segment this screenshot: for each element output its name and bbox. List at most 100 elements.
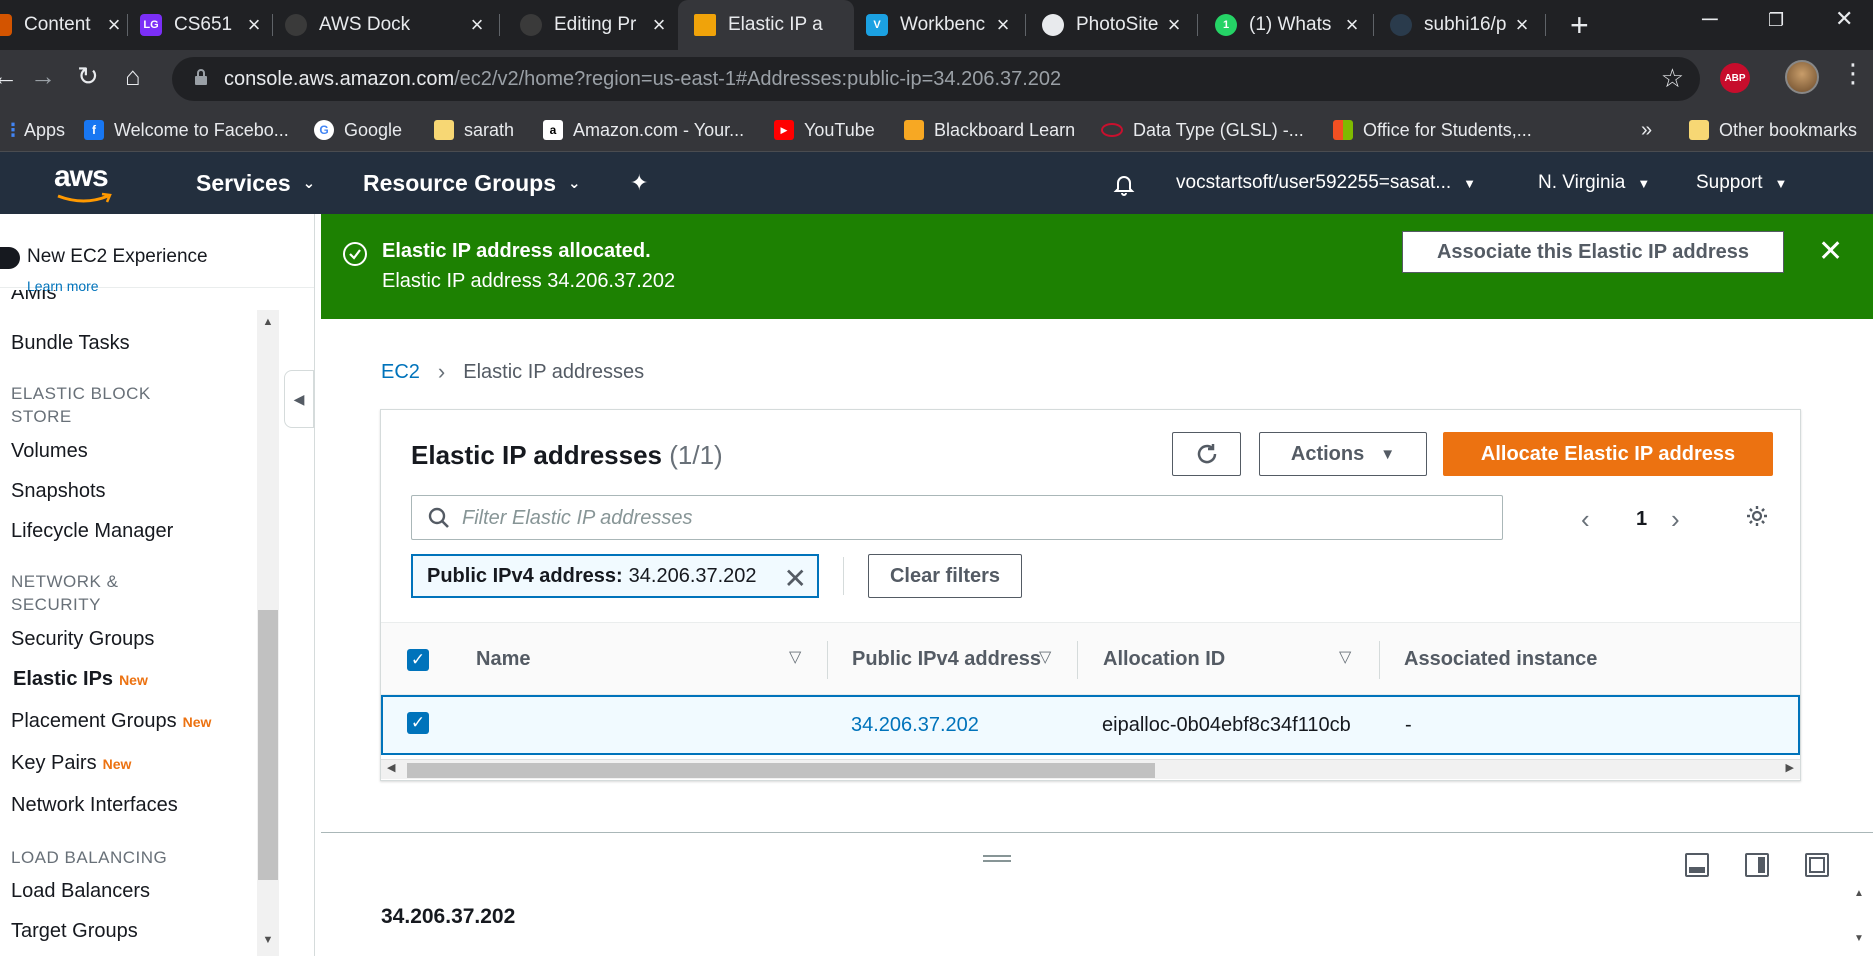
close-icon[interactable]: × xyxy=(466,12,488,38)
filter-input[interactable] xyxy=(462,504,1462,532)
bookmark-youtube[interactable]: ▶ YouTube xyxy=(774,108,875,152)
collapse-sidebar-button[interactable]: ◀ xyxy=(284,370,314,428)
pin-icon[interactable]: ✦ xyxy=(630,152,648,214)
bell-icon[interactable] xyxy=(1112,172,1136,196)
sidebar-item-volumes[interactable]: Volumes xyxy=(11,440,88,463)
close-icon[interactable]: × xyxy=(648,12,670,38)
scroll-right-arrow-icon[interactable]: ▶ xyxy=(1786,761,1794,774)
support-menu[interactable]: Support ▼ xyxy=(1696,152,1787,214)
address-bar[interactable]: console.aws.amazon.com/ec2/v2/home?regio… xyxy=(172,57,1700,101)
browser-tab-content[interactable]: Content × xyxy=(0,0,125,50)
minimize-icon[interactable]: ─ xyxy=(1702,6,1718,32)
sidebar-scrollbar-thumb[interactable] xyxy=(258,610,278,880)
scroll-up-arrow-icon[interactable]: ▲ xyxy=(258,316,278,328)
bookmark-sarath[interactable]: sarath xyxy=(434,108,514,152)
sidebar-item-snapshots[interactable]: Snapshots xyxy=(11,480,106,503)
scroll-left-arrow-icon[interactable]: ◀ xyxy=(387,761,395,774)
bookmarks-overflow-button[interactable]: » xyxy=(1641,108,1652,152)
table-row[interactable]: ✓ 34.206.37.202 eipalloc-0b04ebf8c34f110… xyxy=(381,695,1800,755)
sidebar-item-bundle-tasks[interactable]: Bundle Tasks xyxy=(11,332,130,355)
resize-handle[interactable] xyxy=(983,855,1011,862)
row-checkbox[interactable]: ✓ xyxy=(407,712,429,734)
actions-dropdown-button[interactable]: Actions ▼ xyxy=(1259,432,1427,476)
browser-tab-aws-dock[interactable]: AWS Dock × xyxy=(285,0,488,50)
select-all-checkbox[interactable]: ✓ xyxy=(407,649,429,671)
bookmark-star-icon[interactable]: ☆ xyxy=(1661,63,1684,94)
account-menu[interactable]: vocstartsoft/user592255=sasat... ▼ xyxy=(1176,152,1476,214)
sort-triangle-icon[interactable]: ▽ xyxy=(1039,647,1051,667)
column-header-allocation-id[interactable]: Allocation ID xyxy=(1103,623,1225,696)
sort-triangle-icon[interactable]: ▽ xyxy=(1339,647,1351,667)
profile-avatar[interactable] xyxy=(1785,60,1819,94)
bookmark-amazon[interactable]: a Amazon.com - Your... xyxy=(543,108,744,152)
new-tab-button[interactable]: + xyxy=(1570,8,1589,42)
bookmark-apps[interactable]: ⋮⋮ Apps xyxy=(0,108,65,152)
browser-tab-whatsapp[interactable]: 1 (1) Whats × xyxy=(1215,0,1363,50)
scroll-up-arrow-icon[interactable]: ▲ xyxy=(1854,888,1864,899)
horizontal-scroll-thumb[interactable] xyxy=(407,763,1155,778)
forward-icon[interactable]: → xyxy=(30,61,56,92)
bookmark-office[interactable]: Office for Students,... xyxy=(1333,108,1532,152)
bookmark-other[interactable]: Other bookmarks xyxy=(1689,108,1857,152)
remove-filter-icon[interactable]: ✕ xyxy=(784,562,807,595)
browser-tab-photosite[interactable]: PhotoSite × xyxy=(1042,0,1185,50)
sidebar-item-elastic-ips[interactable]: Elastic IPs New xyxy=(13,668,148,691)
sort-triangle-icon[interactable]: ▽ xyxy=(789,647,801,667)
clear-filters-button[interactable]: Clear filters xyxy=(868,554,1022,598)
table-horizontal-scrollbar[interactable]: ◀ ▶ xyxy=(381,759,1800,779)
close-icon[interactable]: ✕ xyxy=(1818,234,1843,269)
aws-logo[interactable]: aws xyxy=(52,160,122,206)
split-full-icon[interactable] xyxy=(1805,853,1829,877)
split-side-icon[interactable] xyxy=(1745,853,1769,877)
close-icon[interactable]: × xyxy=(1511,12,1533,38)
gear-icon[interactable] xyxy=(1745,504,1769,528)
close-icon[interactable]: × xyxy=(1341,12,1363,38)
menu-kebab-icon[interactable]: ⋮ xyxy=(1840,58,1866,89)
close-icon[interactable]: × xyxy=(103,12,125,38)
close-icon[interactable]: × xyxy=(243,12,265,38)
reload-icon[interactable]: ↻ xyxy=(77,61,99,92)
column-header-name[interactable]: Name xyxy=(476,623,530,696)
browser-tab-subhi16[interactable]: subhi16/p × xyxy=(1390,0,1533,50)
scroll-down-arrow-icon[interactable]: ▼ xyxy=(258,934,278,946)
home-icon[interactable]: ⌂ xyxy=(125,61,141,92)
sidebar-item-placement-groups[interactable]: Placement Groups New xyxy=(11,710,211,733)
restore-icon[interactable]: ❐ xyxy=(1768,10,1784,31)
previous-page-icon[interactable]: ‹ xyxy=(1581,504,1590,535)
browser-tab-editing[interactable]: Editing Pr × xyxy=(520,0,670,50)
resource-groups-menu[interactable]: Resource Groups ⌄ xyxy=(363,152,581,214)
adblock-icon[interactable]: ABP xyxy=(1720,63,1750,93)
browser-tab-cs651[interactable]: LG CS651 × xyxy=(140,0,265,50)
scroll-down-arrow-icon[interactable]: ▼ xyxy=(1854,933,1864,944)
close-icon[interactable]: × xyxy=(1163,12,1185,38)
sidebar-item-amis[interactable]: AMIs xyxy=(11,290,57,306)
sidebar-item-network-interfaces[interactable]: Network Interfaces xyxy=(11,794,178,817)
sidebar-item-lifecycle-manager[interactable]: Lifecycle Manager xyxy=(11,520,173,543)
next-page-icon[interactable]: › xyxy=(1671,504,1680,535)
sidebar-item-load-balancers[interactable]: Load Balancers xyxy=(11,880,150,903)
allocate-elastic-ip-button[interactable]: Allocate Elastic IP address xyxy=(1443,432,1773,476)
close-icon[interactable]: × xyxy=(992,12,1014,38)
sidebar-item-security-groups[interactable]: Security Groups xyxy=(11,628,154,651)
sidebar-item-target-groups[interactable]: Target Groups xyxy=(11,920,138,943)
associate-elastic-ip-button[interactable]: Associate this Elastic IP address xyxy=(1402,231,1784,273)
split-bottom-icon[interactable] xyxy=(1685,853,1709,877)
page-number[interactable]: 1 xyxy=(1636,508,1647,531)
cell-public-ip-link[interactable]: 34.206.37.202 xyxy=(851,697,979,753)
browser-tab-elastic-ip[interactable]: Elastic IP a xyxy=(678,0,854,50)
back-icon[interactable]: ← xyxy=(0,61,18,92)
services-menu[interactable]: Services ⌄ xyxy=(196,152,315,214)
browser-tab-workbench[interactable]: V Workbenc × xyxy=(866,0,1014,50)
bookmark-google[interactable]: G Google xyxy=(314,108,402,152)
refresh-button[interactable] xyxy=(1172,432,1241,476)
close-window-icon[interactable]: ✕ xyxy=(1835,6,1853,32)
column-header-associated-instance[interactable]: Associated instance xyxy=(1404,623,1597,696)
filter-search-box[interactable] xyxy=(411,495,1503,540)
region-menu[interactable]: N. Virginia ▼ xyxy=(1538,152,1650,214)
bookmark-facebook[interactable]: f Welcome to Facebo... xyxy=(84,108,289,152)
column-header-public-ipv4[interactable]: Public IPv4 address xyxy=(852,623,1041,696)
new-experience-toggle[interactable] xyxy=(0,247,20,269)
bookmark-blackboard[interactable]: Blackboard Learn xyxy=(904,108,1075,152)
bookmark-glsl[interactable]: Data Type (GLSL) -... xyxy=(1101,108,1304,152)
sidebar-item-key-pairs[interactable]: Key Pairs New xyxy=(11,752,131,775)
